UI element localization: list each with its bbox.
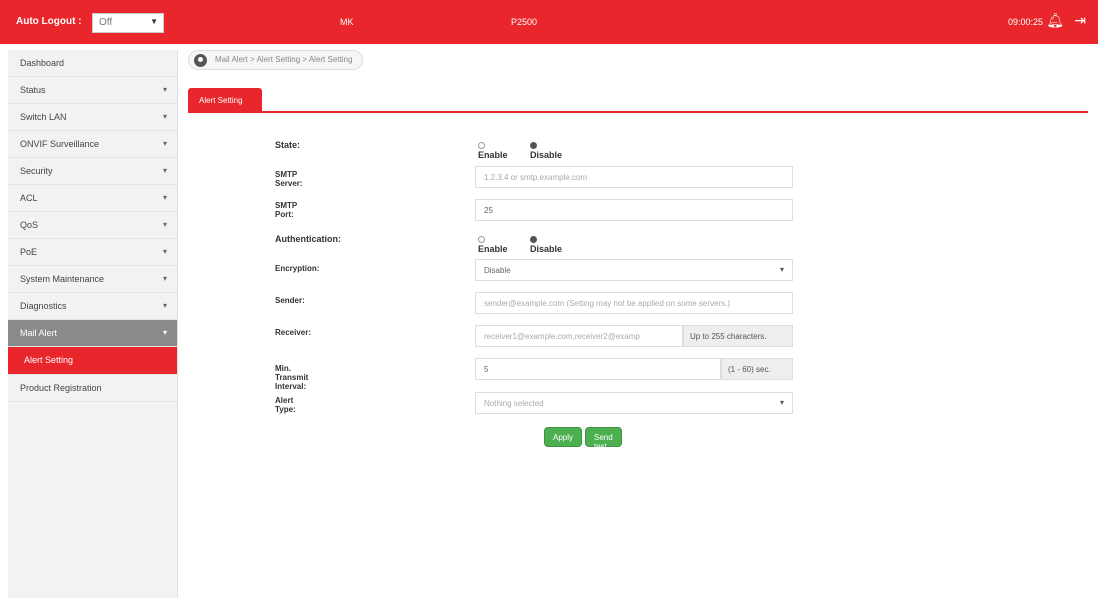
sidebar-item-product-registration[interactable]: Product Registration (8, 375, 177, 402)
min-transmit-interval-input[interactable]: 5 (475, 358, 721, 380)
apply-button[interactable]: Apply (544, 427, 583, 447)
encryption-select[interactable]: Disable ▾ (475, 259, 793, 281)
sidebar-item-label: Diagnostics (20, 301, 67, 311)
alert-type-select[interactable]: Nothing selected ▾ (475, 392, 793, 414)
sidebar-item-status[interactable]: Status ▾ (8, 77, 177, 104)
chevron-down-icon: ▾ (162, 247, 167, 256)
state-disable-radio[interactable]: Disable (530, 140, 562, 160)
interval-unit: (1 - 60) sec. (721, 358, 793, 380)
sidebar-item-alert-setting[interactable]: Alert Setting (8, 347, 177, 375)
sidebar-item-qos[interactable]: QoS ▾ (8, 212, 177, 239)
sidebar-item-poe[interactable]: PoE ▾ (8, 239, 177, 266)
smtp-port-label: SMTP Port: (275, 201, 298, 219)
receiver-hint: Up to 255 characters. (683, 325, 793, 347)
smtp-port-input[interactable]: 25 (475, 199, 793, 221)
chevron-down-icon: ▾ (162, 166, 167, 175)
sidebar-item-label: Alert Setting (24, 355, 74, 365)
auth-enable-radio[interactable]: Enable (478, 234, 508, 254)
sidebar-item-label: ACL (20, 193, 38, 203)
sidebar-item-dashboard[interactable]: Dashboard (8, 50, 177, 77)
radio-checked-icon (530, 142, 537, 149)
bell-icon[interactable]: 🔔︎ (1046, 13, 1064, 27)
sidebar-item-label: QoS (20, 220, 39, 230)
sidebar-item-label: ONVIF Surveillance (20, 139, 100, 149)
sidebar-item-mail-alert[interactable]: Mail Alert ▾ (8, 320, 177, 347)
chevron-down-icon: ▾ (162, 193, 167, 202)
radio-label: Enable (478, 244, 508, 254)
chevron-down-icon: ▾ (162, 301, 167, 310)
radio-checked-icon (530, 236, 537, 243)
breadcrumb: Mail Alert > Alert Setting > Alert Setti… (188, 50, 364, 70)
sidebar-item-onvif[interactable]: ONVIF Surveillance ▾ (8, 131, 177, 158)
chevron-down-icon: ▾ (162, 139, 167, 148)
caret-down-icon: ▾ (779, 265, 784, 274)
sender-input[interactable]: sender@example.com (Setting may not be a… (475, 292, 793, 314)
state-enable-radio[interactable]: Enable (478, 140, 508, 160)
auto-logout-label: Auto Logout : (16, 16, 82, 27)
receiver-input[interactable]: receiver1@example.com,receiver2@examp (475, 325, 683, 347)
chevron-down-icon: ▾ (162, 328, 167, 337)
encryption-value: Disable (484, 266, 511, 275)
chevron-down-icon: ▾ (162, 220, 167, 229)
sidebar-item-diagnostics[interactable]: Diagnostics ▾ (8, 293, 177, 320)
receiver-label: Receiver: (275, 328, 312, 337)
breadcrumb-text: Mail Alert > Alert Setting > Alert Setti… (215, 55, 353, 64)
device-model-right: P2500 (511, 17, 538, 27)
auto-logout-value: Off (99, 17, 113, 28)
device-model-left: MK (340, 17, 354, 27)
sidebar-item-label: Product Registration (20, 383, 102, 393)
auto-logout-select[interactable]: Off ▼ (92, 13, 164, 33)
alert-type-value: Nothing selected (484, 399, 544, 408)
sidebar-item-switch-lan[interactable]: Switch LAN ▾ (8, 104, 177, 131)
send-test-mail-button[interactable]: Send test mail (585, 427, 622, 460)
sidebar-item-label: Security (20, 166, 53, 176)
sidebar-item-label: Dashboard (20, 58, 65, 68)
sidebar-item-label: Status (20, 85, 46, 95)
top-bar: Auto Logout : Off ▼ MK P2500 09:00:25 🔔︎… (0, 0, 1098, 44)
smtp-server-label: SMTP Server: (275, 170, 303, 188)
tab-alert-setting[interactable]: Alert Setting (188, 88, 262, 112)
sender-label: Sender: (275, 296, 305, 305)
auth-disable-radio[interactable]: Disable (530, 234, 562, 254)
home-icon[interactable] (194, 54, 207, 67)
tab-underline (188, 111, 1088, 113)
encryption-label: Encryption: (275, 264, 320, 273)
chevron-down-icon: ▾ (162, 274, 167, 283)
caret-down-icon: ▼ (150, 17, 158, 26)
sidebar-item-label: Mail Alert (20, 328, 58, 338)
min-transmit-interval-label: Min. Transmit Interval: (275, 364, 309, 391)
logout-icon[interactable]: ⇥ (1074, 13, 1086, 27)
radio-label: Enable (478, 150, 508, 160)
chevron-down-icon: ▾ (162, 85, 167, 94)
smtp-server-input[interactable]: 1.2.3.4 or smtp.example.com (475, 166, 793, 188)
alert-type-label: Alert Type: (275, 396, 296, 414)
radio-icon (478, 236, 485, 243)
clock: 09:00:25 (1007, 17, 1043, 27)
sidebar-item-security[interactable]: Security ▾ (8, 158, 177, 185)
sidebar-item-label: Switch LAN (20, 112, 67, 122)
sidebar-item-system-maintenance[interactable]: System Maintenance ▾ (8, 266, 177, 293)
radio-label: Disable (530, 244, 563, 254)
sidebar-item-acl[interactable]: ACL ▾ (8, 185, 177, 212)
sidebar-item-label: System Maintenance (20, 274, 105, 284)
chevron-down-icon: ▾ (162, 112, 167, 121)
radio-icon (478, 142, 485, 149)
caret-down-icon: ▾ (779, 398, 784, 407)
sidebar: Dashboard Status ▾ Switch LAN ▾ ONVIF Surv… (8, 50, 178, 598)
radio-label: Disable (530, 150, 563, 160)
state-label: State: (275, 140, 301, 150)
authentication-label: Authentication: (275, 234, 341, 244)
sidebar-item-label: PoE (20, 247, 38, 257)
